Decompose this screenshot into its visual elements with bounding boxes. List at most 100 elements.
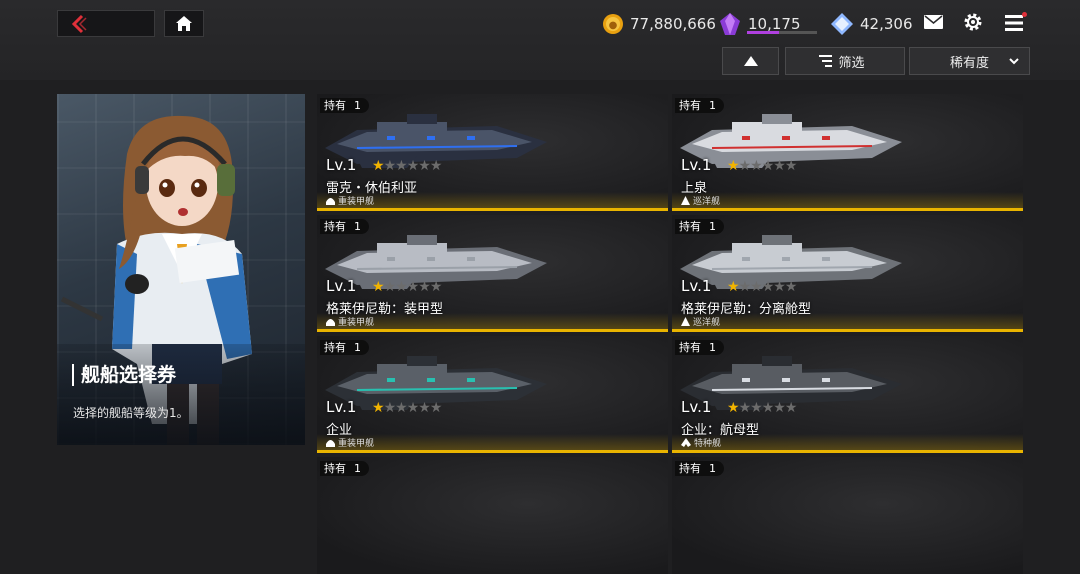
ship-card[interactable]: 持有 1 Lv.1 ★★★★★★ 格莱伊尼勒：装甲型 重装甲舰 — [317, 215, 668, 332]
ship-card[interactable]: 持有 1 Lv.1 ★★★★★★ 上泉 巡洋舰 — [672, 94, 1023, 211]
back-button[interactable] — [57, 10, 155, 37]
rarity-bar — [317, 329, 668, 332]
owned-badge: 持有 1 — [320, 219, 369, 234]
diamond-amount: 42,306 — [860, 15, 913, 33]
ship-image — [325, 114, 547, 168]
settings-gear-icon[interactable] — [963, 12, 983, 32]
ship-type: 重装甲舰 — [326, 436, 374, 449]
owned-count: 1 — [354, 341, 361, 354]
star-rating: ★★★★★★ — [727, 158, 797, 174]
owned-label: 持有 — [324, 220, 346, 233]
ship-card[interactable]: 持有 1 Lv.1 ★★★★★★ 企业 重装甲舰 — [317, 336, 668, 453]
owned-badge: 持有 1 — [675, 219, 724, 234]
notification-dot — [1022, 12, 1027, 17]
ship-level: Lv.1 — [326, 398, 357, 416]
owned-badge: 持有 1 — [320, 340, 369, 355]
home-icon — [176, 16, 192, 31]
sort-dropdown[interactable]: 稀有度 — [909, 47, 1030, 75]
ship-type-label: 重装甲舰 — [338, 197, 375, 207]
svg-text:●: ● — [609, 20, 618, 31]
ship-type-label: 重装甲舰 — [338, 439, 375, 449]
ship-level: Lv.1 — [681, 156, 712, 174]
ship-selection-ticket-panel: 舰船选择券 选择的舰船等级为1。 — [57, 94, 305, 445]
ship-type-label: 重装甲舰 — [338, 318, 375, 328]
ship-level: Lv.1 — [681, 277, 712, 295]
purple-crystal-icon — [720, 13, 740, 35]
triangle-up-icon — [743, 56, 758, 66]
owned-label: 持有 — [324, 462, 346, 475]
ship-type-label: 巡洋舰 — [693, 318, 721, 328]
menu-icon[interactable] — [1005, 15, 1023, 31]
owned-badge: 持有 1 — [675, 340, 724, 355]
scroll-top-button[interactable] — [722, 47, 779, 75]
owned-label: 持有 — [679, 220, 701, 233]
ship-type-label: 特种舰 — [694, 439, 722, 449]
special-ship-icon — [681, 438, 691, 447]
star-rating: ★★★★★★ — [372, 400, 442, 416]
owned-count: 1 — [709, 99, 716, 112]
rarity-bar — [672, 329, 1023, 332]
top-bar: ● 77,880,666 10,175 42,306 筛选 稀有度 — [0, 0, 1080, 80]
star-rating: ★★★★★★ — [372, 158, 442, 174]
ship-card[interactable]: 持有 1 Lv.1 ★★★★★★ 格莱伊尼勒：分离舱型 巡洋舰 — [672, 215, 1023, 332]
cruiser-icon — [681, 317, 690, 326]
heavy-armor-icon — [326, 198, 335, 205]
filter-icon — [819, 55, 833, 67]
owned-count: 1 — [354, 462, 361, 475]
star-rating: ★★★★★★ — [372, 279, 442, 295]
ship-level: Lv.1 — [326, 277, 357, 295]
owned-badge: 持有 1 — [675, 98, 724, 113]
filter-label: 筛选 — [838, 55, 865, 71]
owned-count: 1 — [354, 220, 361, 233]
heavy-armor-icon — [326, 440, 335, 447]
ship-image — [680, 114, 902, 168]
ticket-description: 选择的舰船等级为1。 — [73, 406, 189, 420]
ship-type: 特种舰 — [681, 436, 721, 449]
ship-image — [680, 235, 902, 289]
diamond-icon — [831, 13, 853, 35]
owned-count: 1 — [709, 341, 716, 354]
ship-card[interactable]: 持有 1 — [317, 457, 668, 574]
owned-count: 1 — [709, 462, 716, 475]
crystal-progress-bar — [747, 31, 817, 34]
ship-type: 巡洋舰 — [681, 315, 720, 328]
gold-amount: 77,880,666 — [630, 15, 716, 33]
gold-currency: ● 77,880,666 — [602, 12, 716, 36]
rarity-bar — [672, 450, 1023, 453]
heavy-armor-icon — [326, 319, 335, 326]
ship-image — [325, 356, 547, 410]
owned-label: 持有 — [679, 462, 701, 475]
chevron-down-icon — [1009, 58, 1019, 65]
ship-type: 重装甲舰 — [326, 315, 374, 328]
owned-count: 1 — [354, 99, 361, 112]
owned-label: 持有 — [324, 341, 346, 354]
owned-count: 1 — [709, 220, 716, 233]
cruiser-icon — [681, 196, 690, 205]
home-button[interactable] — [164, 10, 204, 37]
ship-level: Lv.1 — [326, 156, 357, 174]
ship-type: 重装甲舰 — [326, 194, 374, 207]
rarity-bar — [317, 208, 668, 211]
ship-type-label: 巡洋舰 — [693, 197, 721, 207]
filter-button[interactable]: 筛选 — [785, 47, 905, 75]
gold-coin-icon: ● — [603, 14, 623, 34]
ship-card[interactable]: 持有 1 — [672, 457, 1023, 574]
diamond-currency: 42,306 — [830, 12, 913, 36]
ship-card[interactable]: 持有 1 Lv.1 ★★★★★★ 企业：航母型 特种舰 — [672, 336, 1023, 453]
ticket-title: 舰船选择券 — [72, 364, 176, 386]
ship-level: Lv.1 — [681, 398, 712, 416]
ship-image — [325, 235, 547, 289]
sort-label: 稀有度 — [949, 55, 989, 71]
owned-badge: 持有 1 — [320, 98, 369, 113]
ship-card[interactable]: 持有 1 Lv.1 ★★★★★★ 雷克・休伯利亚 重装甲舰 — [317, 94, 668, 211]
mail-icon[interactable] — [924, 15, 943, 29]
ship-image — [680, 356, 902, 410]
ship-type: 巡洋舰 — [681, 194, 720, 207]
back-arrow-icon — [71, 14, 87, 34]
owned-label: 持有 — [324, 99, 346, 112]
rarity-bar — [672, 208, 1023, 211]
star-rating: ★★★★★★ — [727, 400, 797, 416]
star-rating: ★★★★★★ — [727, 279, 797, 295]
owned-label: 持有 — [679, 99, 701, 112]
owned-label: 持有 — [679, 341, 701, 354]
